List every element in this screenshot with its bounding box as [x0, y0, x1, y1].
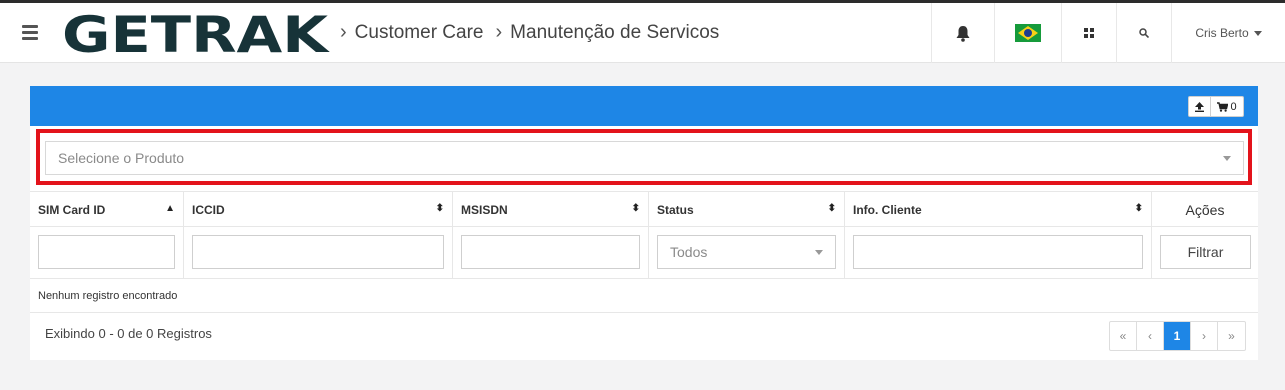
user-menu[interactable]: Cris Berto — [1171, 3, 1285, 63]
status-filter-select[interactable]: Todos — [657, 235, 836, 269]
sort-asc-icon: ▲ — [165, 203, 175, 214]
search-button[interactable] — [1116, 3, 1171, 63]
iccid-filter-input[interactable] — [192, 235, 444, 269]
column-msisdn[interactable]: MSISDN ⬍ — [453, 192, 649, 227]
chevron-right-icon: › — [495, 21, 503, 43]
sort-icon: ⬍ — [435, 203, 444, 214]
empty-message: Nenhum registro encontrado — [30, 279, 1258, 313]
filter-row: Todos Filtrar — [30, 227, 1258, 279]
records-summary: Exibindo 0 - 0 de 0 Registros — [45, 326, 212, 341]
column-acoes: Ações — [1152, 192, 1258, 227]
filter-cell — [845, 227, 1152, 278]
column-label: Ações — [1185, 201, 1225, 218]
svg-text:GETRAK: GETRAK — [62, 11, 330, 57]
apps-grid-icon — [1084, 28, 1094, 38]
brazil-flag-icon — [1015, 24, 1041, 42]
panel-header-actions: 0 — [1188, 96, 1244, 117]
column-info-cliente[interactable]: Info. Cliente ⬍ — [845, 192, 1152, 227]
product-select-placeholder: Selecione o Produto — [58, 150, 185, 166]
column-iccid[interactable]: ICCID ⬍ — [184, 192, 453, 227]
table-header-row: SIM Card ID ▲ ICCID ⬍ MSISDN ⬍ Status ⬍ … — [30, 191, 1258, 227]
filter-cell — [184, 227, 453, 278]
column-label: Status — [657, 202, 694, 217]
first-page-button[interactable]: « — [1110, 322, 1137, 350]
sort-icon: ⬍ — [631, 203, 640, 214]
last-page-button[interactable]: » — [1218, 322, 1245, 350]
search-icon — [1139, 28, 1149, 38]
top-navbar: GETRAK › Customer Care › Manutenção de S… — [0, 0, 1285, 63]
caret-down-icon — [1253, 30, 1262, 36]
sort-icon: ⬍ — [827, 203, 836, 214]
cart-button[interactable]: 0 — [1211, 97, 1243, 116]
filter-cell: Filtrar — [1152, 227, 1258, 278]
caret-down-icon — [815, 250, 823, 255]
next-page-button[interactable]: › — [1191, 322, 1218, 350]
status-filter-value: Todos — [670, 244, 708, 260]
upload-icon — [1195, 101, 1204, 112]
export-button[interactable] — [1189, 97, 1211, 116]
panel-header: 0 — [30, 86, 1258, 126]
product-select[interactable]: Selecione o Produto — [45, 141, 1244, 175]
breadcrumb: › Customer Care › Manutenção de Servicos — [340, 21, 731, 44]
chevron-right-icon: › — [340, 21, 347, 43]
services-panel: 0 Selecione o Produto SIM Card ID ▲ ICCI… — [30, 86, 1258, 360]
filter-button[interactable]: Filtrar — [1160, 235, 1251, 269]
notifications-button[interactable] — [931, 3, 994, 63]
getrak-logo[interactable]: GETRAK — [62, 11, 330, 57]
bell-icon — [956, 25, 970, 42]
cart-count: 0 — [1230, 100, 1237, 113]
column-label: MSISDN — [461, 202, 508, 217]
language-button[interactable] — [994, 3, 1061, 63]
msisdn-filter-input[interactable] — [461, 235, 640, 269]
info-cliente-filter-input[interactable] — [853, 235, 1143, 269]
filter-cell: Todos — [649, 227, 845, 278]
caret-down-icon — [1223, 156, 1231, 161]
breadcrumb-current-page: Manutenção de Servicos — [510, 21, 720, 43]
column-sim-card-id[interactable]: SIM Card ID ▲ — [30, 192, 184, 227]
sim-card-id-filter-input[interactable] — [38, 235, 175, 269]
filter-cell — [453, 227, 649, 278]
filter-cell — [30, 227, 184, 278]
cart-icon — [1217, 101, 1229, 112]
column-label: Info. Cliente — [853, 202, 922, 217]
column-label: SIM Card ID — [38, 202, 106, 217]
prev-page-button[interactable]: ‹ — [1137, 322, 1164, 350]
apps-button[interactable] — [1061, 3, 1116, 63]
sort-icon: ⬍ — [1134, 203, 1143, 214]
breadcrumb-customer-care[interactable]: Customer Care — [355, 22, 484, 44]
column-status[interactable]: Status ⬍ — [649, 192, 845, 227]
hamburger-icon[interactable] — [22, 25, 38, 40]
page-1-button[interactable]: 1 — [1164, 322, 1191, 350]
column-label: ICCID — [192, 202, 225, 217]
user-name: Cris Berto — [1195, 26, 1249, 40]
pagination: « ‹ 1 › » — [1109, 321, 1246, 351]
